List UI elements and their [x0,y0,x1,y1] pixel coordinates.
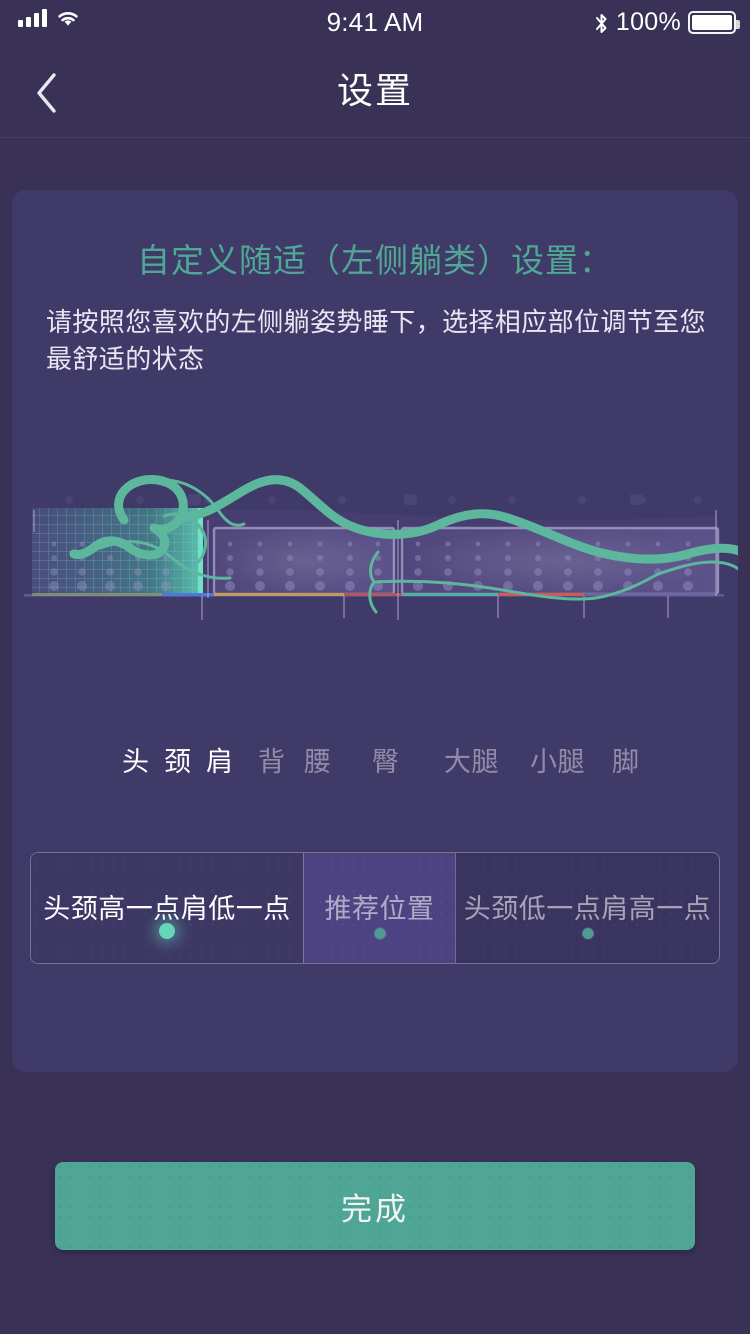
option-head-high-shoulder-low[interactable]: 头颈高一点肩低一点 [31,853,303,963]
zone-scale-line [24,593,724,597]
app-screen: 9:41 AM 100% 设置 自定义随适（左侧躺类）设置： 请按照您喜欢的左侧… [0,0,750,1334]
body-label-thigh: 大腿 [444,747,499,777]
option-recommended-position[interactable]: 推荐位置 [303,853,455,963]
body-label-head: 头 [122,747,150,777]
body-label-neck: 颈 [164,747,192,777]
body-label-foot: 脚 [612,747,640,777]
position-option-group: 头颈高一点肩低一点 推荐位置 头颈低一点肩高一点 [30,852,720,964]
body-label-calf: 小腿 [530,747,585,777]
option-head-low-shoulder-high[interactable]: 头颈低一点肩高一点 [455,853,719,963]
done-button[interactable]: 完成 [55,1162,695,1250]
body-label-shoulder: 肩 [206,747,234,777]
option-label: 头颈低一点肩高一点 [463,893,712,924]
body-label-back: 背 [258,747,286,777]
card-description: 请按照您喜欢的左侧躺姿势睡下，选择相应部位调节至您最舒适的状态 [46,307,707,374]
done-button-label: 完成 [341,1191,409,1227]
nav-bar: 设置 [0,44,750,138]
body-label-hip: 臀 [372,747,400,777]
battery-full-icon [688,11,740,34]
option-label: 推荐位置 [324,893,435,924]
option-indicator-dot [374,928,385,939]
bluetooth-icon [594,12,609,34]
option-label: 头颈高一点肩低一点 [43,893,291,924]
mattress-zone-back [212,526,396,596]
ambient-dots [65,494,702,505]
battery-percent-label: 100% [615,8,681,36]
status-bar-right: 100% [594,8,740,37]
status-bar: 9:41 AM 100% [0,0,750,44]
page-title: 设置 [336,70,413,111]
sleep-position-illustration [12,470,738,740]
body-label-waist: 腰 [304,747,332,777]
settings-card: 自定义随适（左侧躺类）设置： 请按照您喜欢的左侧躺姿势睡下，选择相应部位调节至您… [12,190,738,1072]
option-indicator-dot [159,923,175,939]
option-indicator-dot [582,928,593,939]
card-title: 自定义随适（左侧躺类）设置： [137,242,613,279]
body-part-labels: 头 颈 肩 背 腰 臀 大腿 小腿 脚 [12,740,738,786]
